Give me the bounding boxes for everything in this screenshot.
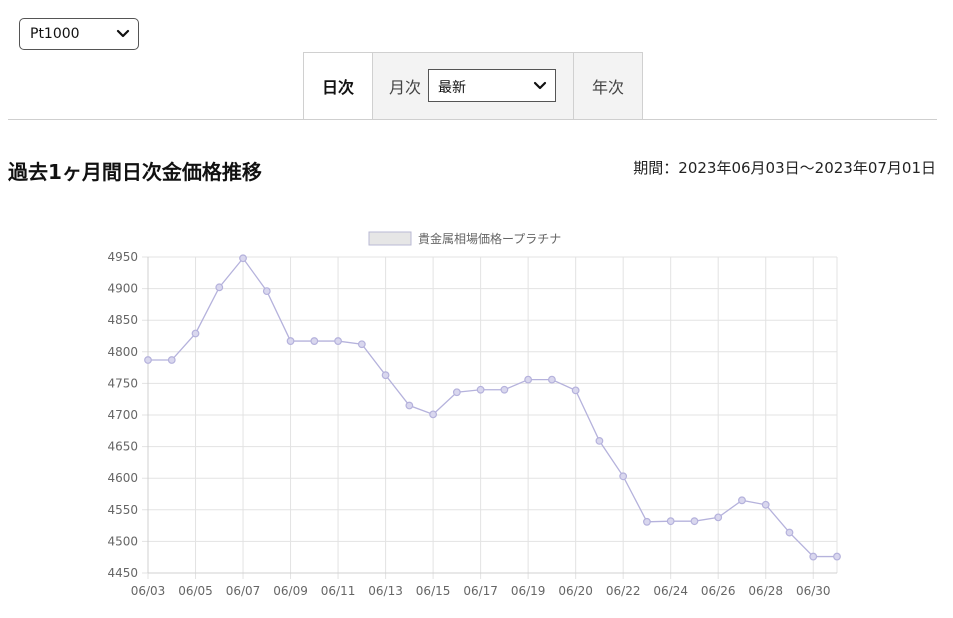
chart-legend: 貴金属相場価格ープラチナ [368, 231, 561, 246]
data-point [286, 337, 295, 345]
x-tick-label: 06/09 [273, 584, 308, 598]
data-point [144, 356, 152, 364]
data-point [191, 329, 200, 338]
data-point [476, 385, 485, 394]
data-point [785, 528, 794, 537]
metal-select[interactable]: Pt1000 [19, 18, 139, 50]
y-tick-label: 4750 [107, 376, 138, 390]
data-point [215, 283, 224, 292]
y-axis-ticks: 4950 4900 4850 4800 4750 4700 4650 4600 4550 4500… [107, 250, 138, 580]
series-line [148, 257, 837, 558]
price-line-chart: 貴金属相場価格ープラチナ 4950 4900 4850 4800 4750 4700 465… [107, 231, 841, 598]
x-tick-label: 06/26 [701, 584, 736, 598]
x-tick-label: 06/24 [653, 584, 688, 598]
x-tick-label: 06/28 [748, 584, 783, 598]
x-tick-label: 06/05 [178, 584, 213, 598]
data-point [738, 496, 746, 505]
x-tick-label: 06/22 [606, 584, 641, 598]
data-point [524, 375, 533, 384]
page-title: 過去1ヶ月間日次金価格推移 [8, 160, 262, 184]
data-point [167, 356, 176, 364]
period-range: 期間：2023年06月03日～2023年07月01日 [633, 159, 936, 177]
legend-label: 貴金属相場価格ープラチナ [418, 231, 561, 246]
y-tick-label: 4450 [107, 566, 138, 580]
data-point [809, 552, 818, 561]
x-tick-label: 06/03 [131, 584, 166, 598]
chevron-down-icon [533, 81, 547, 90]
data-point [452, 388, 461, 397]
data-point [714, 513, 723, 522]
data-point [761, 500, 770, 509]
data-point [643, 517, 651, 526]
month-select[interactable]: 最新 [428, 69, 556, 102]
chart-series [144, 254, 841, 561]
x-tick-label: 06/07 [226, 584, 261, 598]
y-tick-label: 4900 [107, 282, 138, 296]
data-point [547, 375, 556, 384]
x-tick-label: 06/13 [368, 584, 403, 598]
period-tabs: 日次 月次 最新 年次 [303, 52, 643, 120]
data-point [619, 472, 628, 481]
chevron-down-icon [116, 29, 130, 38]
tabs-divider [8, 119, 937, 120]
x-tick-label: 06/17 [463, 584, 498, 598]
y-tick-label: 4600 [107, 471, 138, 485]
tab-daily[interactable]: 日次 [303, 52, 373, 120]
data-point [429, 410, 438, 419]
legend-swatch [368, 231, 412, 246]
y-tick-label: 4650 [107, 440, 138, 454]
data-point [595, 437, 604, 445]
tab-yearly-label: 年次 [592, 78, 625, 97]
data-point [405, 401, 414, 410]
y-tick-label: 4850 [107, 313, 138, 327]
tab-monthly-label: 月次 [389, 78, 422, 97]
data-point [833, 552, 841, 561]
data-point [357, 340, 366, 349]
x-tick-label: 06/15 [416, 584, 451, 598]
tab-monthly[interactable]: 月次 最新 [373, 52, 574, 120]
y-tick-label: 4550 [107, 503, 138, 517]
x-tick-label: 06/20 [558, 584, 593, 598]
x-axis-ticks: 06/03 06/05 06/07 06/09 06/11 06/13 06/15 06/17… [131, 584, 831, 598]
data-point [381, 371, 390, 380]
y-tick-label: 4950 [107, 250, 138, 264]
data-point [310, 337, 319, 345]
metal-select-value: Pt1000 [30, 26, 80, 42]
tab-daily-label: 日次 [322, 78, 355, 97]
data-point [262, 287, 271, 296]
x-tick-label: 06/19 [511, 584, 546, 598]
data-point [571, 386, 580, 395]
tab-yearly[interactable]: 年次 [574, 52, 643, 120]
data-point [500, 385, 509, 394]
data-point [690, 517, 699, 526]
x-tick-label: 06/11 [321, 584, 356, 598]
month-select-value: 最新 [438, 80, 466, 96]
chart-grid [142, 256, 838, 579]
y-tick-label: 4700 [107, 408, 138, 422]
y-tick-label: 4500 [107, 534, 138, 548]
data-point [334, 337, 342, 345]
y-tick-label: 4800 [107, 345, 138, 359]
data-point [239, 254, 247, 263]
data-point [666, 517, 675, 526]
x-tick-label: 06/30 [796, 584, 831, 598]
